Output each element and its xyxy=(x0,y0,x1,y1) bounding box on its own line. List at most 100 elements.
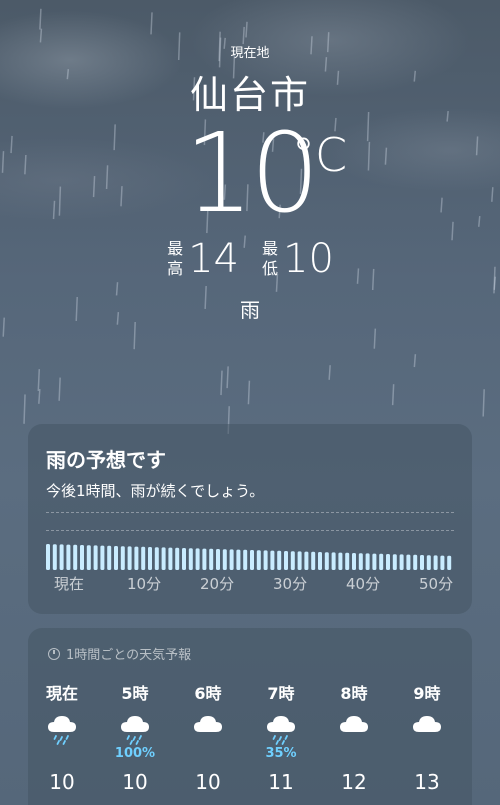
rain-tick-label: 10分 xyxy=(127,575,162,593)
rain-bar xyxy=(222,549,227,570)
rain-bar xyxy=(161,547,166,570)
hour-time: 5時 xyxy=(121,684,149,703)
rain-bar xyxy=(195,548,200,570)
rain-bar xyxy=(358,553,363,570)
rain-cloud-icon xyxy=(105,710,165,746)
rain-bar xyxy=(250,550,254,570)
rain-tick-label: 20分 xyxy=(200,575,235,593)
rain-bar xyxy=(297,551,302,570)
hour-time: 6時 xyxy=(194,684,222,703)
rain-bar xyxy=(46,544,50,570)
rain-bar xyxy=(243,549,248,570)
rain-intensity-chart xyxy=(46,544,452,570)
rain-tick-label: 40分 xyxy=(346,575,381,593)
hour-column: 8時 12 xyxy=(324,680,384,794)
rain-bar xyxy=(127,546,132,570)
rain-bar xyxy=(447,555,452,570)
precip-probability xyxy=(324,746,384,762)
rain-bar xyxy=(141,546,146,570)
rain-cloud-icon xyxy=(32,710,92,746)
hour-column: 現在 10 xyxy=(32,680,92,794)
hour-column: 9時 13 xyxy=(397,680,457,794)
rain-bar xyxy=(59,544,64,570)
rain-bar xyxy=(182,548,186,570)
rain-bar xyxy=(80,545,84,570)
rain-bar xyxy=(386,554,390,570)
rain-card-title: 雨の予想です xyxy=(46,448,166,472)
precip-probability xyxy=(397,746,457,762)
rain-bar xyxy=(311,551,316,570)
rain-bar xyxy=(202,548,207,570)
rain-bar xyxy=(120,546,125,570)
rain-cloud-icon xyxy=(251,710,311,746)
rain-bar xyxy=(168,547,173,570)
high-group: 最高 14 xyxy=(166,236,239,282)
rain-bar xyxy=(318,552,322,570)
chart-gridline xyxy=(46,512,454,513)
rain-bar xyxy=(229,549,234,570)
rain-bar xyxy=(236,549,241,570)
rain-bar xyxy=(426,555,431,570)
rain-card-subtitle: 今後1時間、雨が続くでしょう。 xyxy=(46,482,265,500)
hour-time: 9時 xyxy=(413,684,441,703)
rain-bar xyxy=(290,551,295,570)
rain-bar xyxy=(372,553,377,570)
hour-time: 7時 xyxy=(267,684,295,703)
rain-bar xyxy=(73,544,78,570)
precip-probability: 100% xyxy=(114,746,156,761)
rain-bar xyxy=(338,552,343,570)
rain-bar xyxy=(304,551,309,570)
current-temperature-block: 10 °C xyxy=(0,118,500,228)
rain-tick-label: 30分 xyxy=(273,575,308,593)
hourly-title-label: 1時間ごとの天気予報 xyxy=(66,648,192,663)
rain-bar xyxy=(379,553,384,570)
hour-temperature: 10 xyxy=(122,770,148,794)
hourly-forecast-card[interactable]: 1時間ごとの天気予報 現在 10 5時 100% 10 6時 10 7時 35% 11 8時 12 9時… xyxy=(28,628,472,805)
temperature-unit: °C xyxy=(292,128,348,182)
location-label: 現在地 xyxy=(230,46,270,61)
rain-bar xyxy=(277,550,282,570)
rain-bar xyxy=(263,550,268,570)
hour-column: 6時 10 xyxy=(178,680,238,794)
rain-bar xyxy=(134,546,139,570)
rain-bar xyxy=(433,555,438,570)
hour-time: 現在 xyxy=(45,684,78,703)
rain-bar xyxy=(345,552,350,570)
rain-bar xyxy=(256,550,261,570)
hour-temperature: 10 xyxy=(49,770,75,794)
rain-bar xyxy=(324,552,329,570)
rain-bar xyxy=(365,553,370,570)
hourly-title: 1時間ごとの天気予報 xyxy=(48,644,191,663)
precip-probability xyxy=(178,746,238,762)
rain-bar xyxy=(413,554,418,570)
rain-bar xyxy=(154,547,159,570)
rain-bar xyxy=(93,545,98,570)
rain-bar xyxy=(440,555,445,570)
low-group: 最低 10 xyxy=(261,236,334,282)
rain-bar xyxy=(52,544,57,570)
rain-bar xyxy=(188,548,193,570)
hour-column: 7時 35% 11 xyxy=(251,680,311,794)
rain-bar xyxy=(216,549,220,570)
precip-probability: 35% xyxy=(265,746,297,761)
high-low: 最高 14 最低 10 xyxy=(0,236,500,282)
high-value: 14 xyxy=(188,236,239,282)
rain-bar xyxy=(284,551,288,570)
rain-bar xyxy=(331,552,336,570)
rain-bar xyxy=(114,546,118,570)
low-value: 10 xyxy=(283,236,334,282)
hour-temperature: 11 xyxy=(268,770,294,794)
rain-tick-label: 現在 xyxy=(54,575,85,593)
rain-bar xyxy=(100,545,105,570)
rain-chart-ticks: 現在 10分 20分 30分 40分 50分 xyxy=(46,573,466,593)
low-label: 最低 xyxy=(261,239,278,278)
rain-bar xyxy=(352,553,356,570)
hour-time: 8時 xyxy=(340,684,368,703)
rain-bar xyxy=(406,554,411,570)
high-label: 最高 xyxy=(167,239,184,278)
rain-tick-label: 50分 xyxy=(419,575,454,593)
rain-bar xyxy=(209,548,214,570)
cloud-icon xyxy=(324,710,384,746)
rain-bar xyxy=(392,554,397,570)
clock-icon xyxy=(48,647,60,660)
